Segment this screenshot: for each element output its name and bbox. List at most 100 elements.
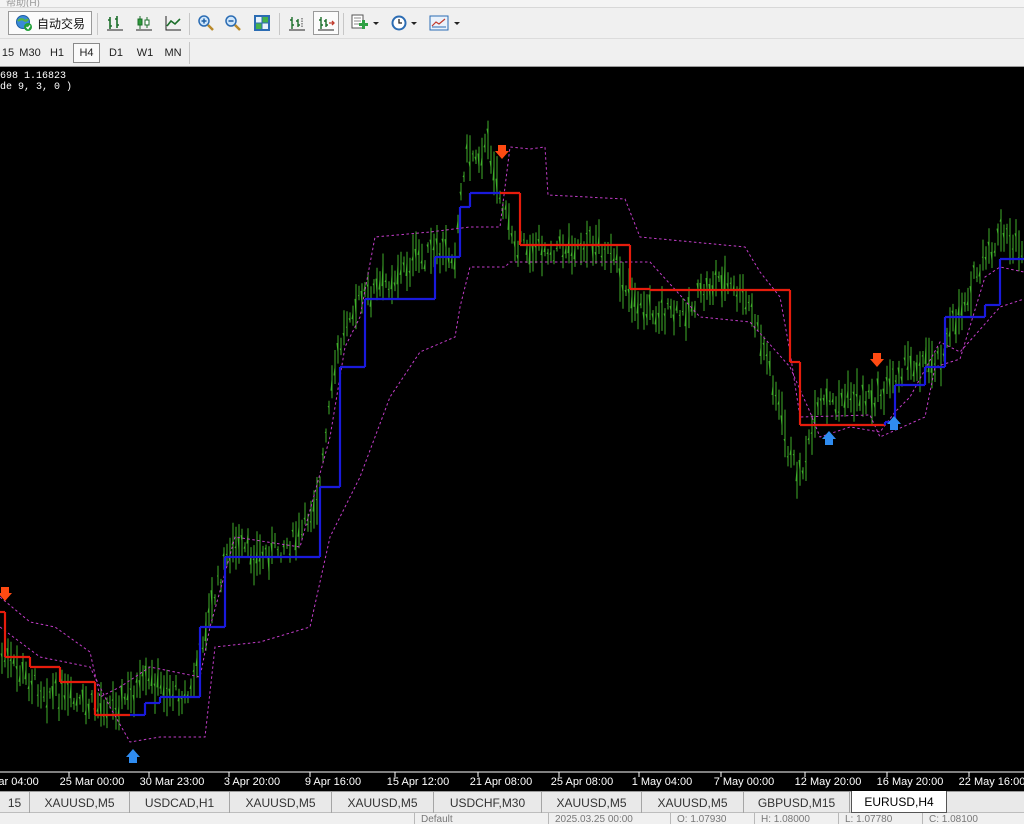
price-bar-tick bbox=[225, 553, 228, 556]
bar-chart-button[interactable] bbox=[102, 11, 128, 35]
chart-canvas[interactable]: Mar 04:00 25 Mar 00:00 30 Mar 23:00 3 Apr 2… bbox=[0, 67, 1024, 791]
time-axis-label: 21 Apr 08:00 bbox=[470, 776, 532, 788]
price-bar-tick bbox=[1011, 248, 1014, 251]
line-chart-button[interactable] bbox=[160, 11, 186, 35]
price-bar-tick bbox=[276, 548, 279, 551]
templates-button[interactable] bbox=[426, 11, 464, 35]
price-bar-tick bbox=[1008, 235, 1011, 237]
price-bar-tick bbox=[804, 461, 807, 463]
auto-trading-icon bbox=[15, 15, 32, 31]
price-bar-tick bbox=[324, 431, 327, 434]
tile-windows-button[interactable] bbox=[249, 11, 275, 35]
price-bar-tick bbox=[552, 260, 555, 262]
sell-arrow-icon bbox=[0, 587, 12, 601]
time-axis-label: 22 May 16:00 bbox=[959, 776, 1024, 788]
tab-chart[interactable]: 15 bbox=[0, 792, 30, 813]
time-axis-label: 25 Apr 08:00 bbox=[551, 776, 613, 788]
bar-chart-icon bbox=[107, 16, 123, 31]
time-axis-label: 1 May 04:00 bbox=[632, 776, 693, 788]
time-axis: Mar 04:00 25 Mar 00:00 30 Mar 23:00 3 Apr 2… bbox=[0, 771, 1024, 788]
zoom-in-button[interactable] bbox=[194, 11, 218, 35]
indicators-button[interactable] bbox=[348, 11, 382, 35]
trailing-stop-line bbox=[0, 191, 1024, 717]
timeframe-mn[interactable]: MN bbox=[160, 43, 186, 63]
templates-icon bbox=[429, 15, 460, 31]
timeframe-h4[interactable]: H4 bbox=[73, 43, 100, 63]
price-bar-tick bbox=[603, 248, 606, 250]
auto-scroll-button[interactable] bbox=[313, 11, 339, 35]
tab-chart[interactable]: GBPUSD,M15 bbox=[744, 792, 850, 813]
status-profile: Default bbox=[414, 813, 548, 824]
price-bar-tick bbox=[786, 456, 789, 458]
toolbar: 自动交易 bbox=[0, 8, 1024, 39]
tab-chart[interactable]: USDCHF,M30 bbox=[434, 792, 542, 813]
status-bar: Default 2025.03.25 00:00 O: 1.07930 H: 1… bbox=[0, 813, 1024, 824]
status-close: C: 1.08100 bbox=[922, 813, 1024, 824]
tab-chart-active[interactable]: EURUSD,H4 bbox=[851, 791, 947, 813]
price-bar-tick bbox=[471, 153, 474, 155]
price-bar-tick bbox=[939, 368, 942, 370]
timeframe-d1[interactable]: D1 bbox=[104, 43, 128, 63]
timeframe-w1[interactable]: W1 bbox=[133, 43, 157, 63]
line-chart-icon bbox=[165, 16, 181, 31]
indicators-icon bbox=[351, 14, 379, 29]
zoom-out-icon bbox=[225, 15, 241, 31]
price-bar-tick bbox=[48, 690, 51, 693]
auto-scroll-icon bbox=[318, 17, 335, 31]
tab-chart[interactable]: XAUUSD,M5 bbox=[30, 792, 130, 813]
price-bar-tick bbox=[837, 411, 840, 413]
price-bar-tick bbox=[933, 363, 936, 365]
candlestick-icon bbox=[136, 16, 152, 31]
price-bar-tick bbox=[219, 581, 222, 584]
chart-shift-icon bbox=[289, 17, 305, 31]
zoom-out-button[interactable] bbox=[221, 11, 245, 35]
status-high: H: 1.08000 bbox=[754, 813, 838, 824]
price-bar-tick bbox=[108, 701, 111, 704]
tab-chart[interactable]: XAUUSD,M5 bbox=[230, 792, 332, 813]
price-bar-tick bbox=[36, 694, 39, 696]
price-chart[interactable]: Mar 04:00 25 Mar 00:00 30 Mar 23:00 3 Apr 2… bbox=[0, 67, 1024, 791]
menu-help[interactable]: 帮助(H) bbox=[6, 0, 40, 7]
price-bar-tick bbox=[1005, 228, 1008, 230]
menu-bar: 帮助(H) bbox=[0, 0, 1024, 8]
status-datetime: 2025.03.25 00:00 bbox=[548, 813, 670, 824]
timeframe-bar: 15 M30 H1 H4 D1 W1 MN bbox=[0, 39, 1024, 67]
tab-chart[interactable]: XAUUSD,M5 bbox=[642, 792, 744, 813]
toolbar-separator bbox=[189, 42, 190, 64]
timeframe-m30[interactable]: M30 bbox=[18, 43, 42, 63]
time-axis-label: 15 Apr 12:00 bbox=[387, 776, 449, 788]
chart-tabs: 15 XAUUSD,M5 USDCAD,H1 XAUUSD,M5 XAUUSD,… bbox=[0, 791, 1024, 813]
status-low: L: 1.07780 bbox=[838, 813, 922, 824]
price-bar-tick bbox=[975, 276, 978, 278]
price-bar-tick bbox=[945, 332, 948, 335]
periods-button[interactable] bbox=[387, 11, 421, 35]
price-bar-tick bbox=[555, 247, 558, 250]
toolbar-separator bbox=[343, 13, 344, 35]
auto-trading-label: 自动交易 bbox=[36, 16, 85, 31]
clock-icon bbox=[391, 15, 417, 31]
price-bar-tick bbox=[747, 301, 750, 304]
price-bar-tick bbox=[288, 553, 291, 555]
tab-chart[interactable]: XAUUSD,M5 bbox=[332, 792, 434, 813]
chart-shift-button[interactable] bbox=[284, 11, 310, 35]
price-bar-tick bbox=[678, 314, 681, 316]
price-bar-tick bbox=[702, 293, 705, 296]
timeframe-h1[interactable]: H1 bbox=[46, 43, 68, 63]
zoom-in-icon bbox=[198, 15, 214, 31]
tab-chart[interactable]: USDCAD,H1 bbox=[130, 792, 230, 813]
auto-trading-button[interactable]: 自动交易 bbox=[8, 11, 92, 35]
tab-chart[interactable]: XAUUSD,M5 bbox=[542, 792, 642, 813]
price-bar-tick bbox=[1020, 255, 1023, 257]
buy-arrow-icon bbox=[822, 431, 836, 445]
time-axis-label: 16 May 20:00 bbox=[877, 776, 944, 788]
time-axis-label: 12 May 20:00 bbox=[795, 776, 862, 788]
timeframe-m15[interactable]: 15 bbox=[0, 43, 16, 63]
candlestick-button[interactable] bbox=[131, 11, 157, 35]
buy-arrow-icon bbox=[887, 416, 901, 430]
time-axis-label: Mar 04:00 bbox=[0, 776, 39, 788]
sell-arrow-icon bbox=[870, 353, 884, 367]
buy-arrow-icon bbox=[126, 749, 140, 763]
time-axis-label: 3 Apr 20:00 bbox=[224, 776, 280, 788]
price-bar-tick bbox=[792, 453, 795, 456]
time-axis-label: 30 Mar 23:00 bbox=[140, 776, 205, 788]
